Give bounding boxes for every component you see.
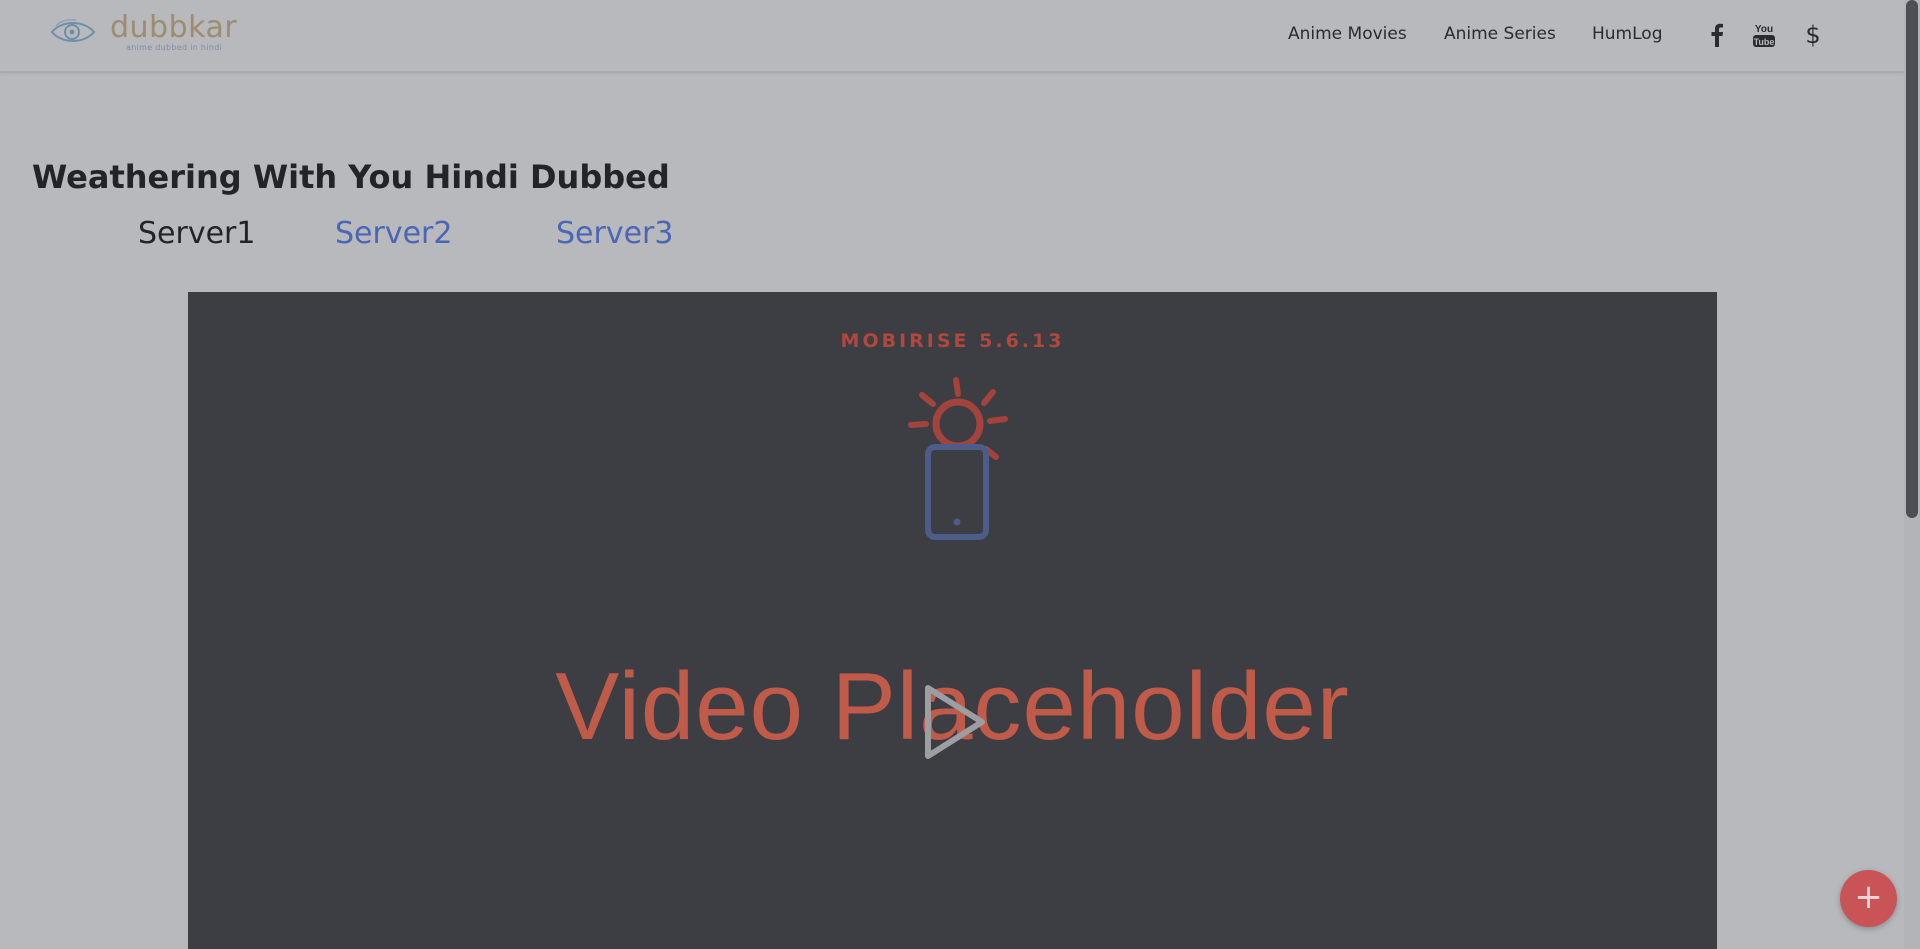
scrollbar-thumb[interactable]: [1906, 0, 1918, 518]
nav-anime-movies[interactable]: Anime Movies: [1288, 24, 1407, 44]
server-1-link[interactable]: Server1: [138, 216, 255, 251]
site-logo[interactable]: dubbkar anime dubbed in hindi: [50, 10, 240, 57]
eye-logo-icon: [50, 19, 96, 42]
phone-sun-icon: [908, 377, 1008, 540]
facebook-icon: [1711, 23, 1723, 47]
logo-tagline: anime dubbed in hindi: [126, 43, 223, 52]
page: dubbkar anime dubbed in hindi Anime Movi…: [0, 0, 1920, 949]
page-title: Weathering With You Hindi Dubbed: [32, 158, 670, 196]
server-2-link[interactable]: Server2: [335, 216, 452, 251]
donate-link[interactable]: $: [1799, 20, 1827, 50]
video-player[interactable]: MOBIRISE 5.6.13 Video Placeholder: [188, 292, 1717, 949]
nav-humlog[interactable]: HumLog: [1592, 24, 1662, 44]
svg-text:You: You: [1755, 24, 1773, 35]
dollar-icon: $: [1805, 21, 1821, 49]
play-icon[interactable]: [920, 682, 990, 762]
youtube-icon: You Tube: [1753, 24, 1775, 47]
server-3-link[interactable]: Server3: [556, 216, 673, 251]
youtube-link[interactable]: You Tube: [1750, 20, 1778, 50]
video-brand: MOBIRISE 5.6.13: [840, 330, 1065, 352]
nav-anime-series[interactable]: Anime Series: [1444, 24, 1556, 44]
svg-text:Tube: Tube: [1754, 37, 1775, 47]
plus-icon: +: [1854, 877, 1883, 917]
floating-add-button[interactable]: +: [1840, 870, 1897, 927]
logo-name: dubbkar: [110, 10, 238, 45]
facebook-link[interactable]: [1703, 20, 1731, 50]
page-scrollbar[interactable]: [1904, 0, 1920, 949]
site-header: dubbkar anime dubbed in hindi Anime Movi…: [0, 0, 1904, 73]
